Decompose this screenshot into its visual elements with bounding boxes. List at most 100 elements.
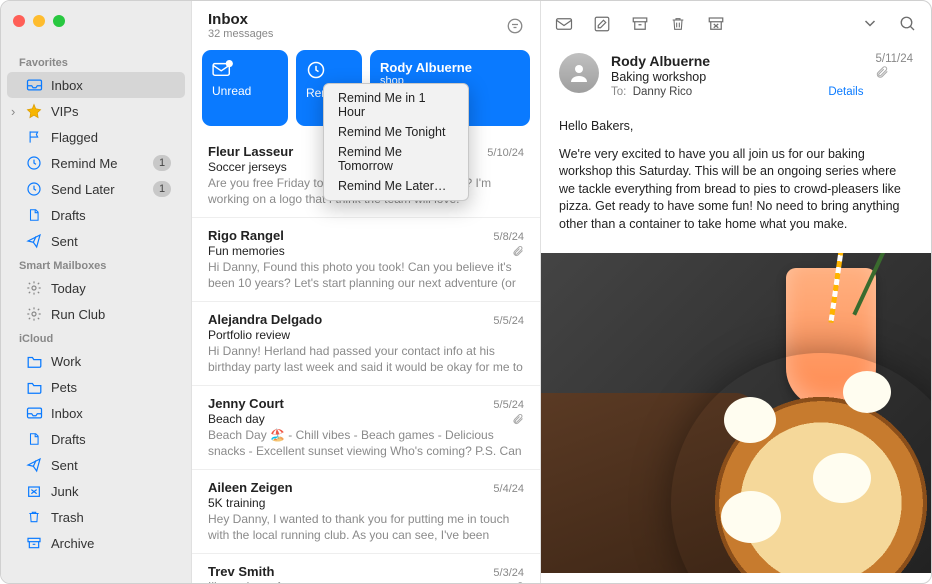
envelope-icon[interactable] [555,15,573,33]
sidebar-item-label: Pets [51,380,171,395]
sidebar-item-label: Sent [51,234,171,249]
sidebar-section-title: Favorites [1,51,191,72]
message-row[interactable]: Jenny Court5/5/24Beach dayBeach Day 🏖️ -… [192,386,540,470]
to-label: To: [611,86,626,98]
sidebar-item-label: VIPs [51,104,171,119]
tray-icon [25,76,43,94]
archive-icon[interactable] [631,15,649,33]
sidebar-item-archive[interactable]: Archive [7,530,185,556]
details-link[interactable]: Details [828,86,863,98]
trash-icon[interactable] [669,15,687,33]
search-icon[interactable] [899,15,917,33]
msg-preview: Hi Danny! Herland had passed your contac… [208,343,524,375]
sidebar-section-title: Smart Mailboxes [1,254,191,275]
sidebar-item-remindme[interactable]: Remind Me 1 [7,150,185,176]
msg-date: 5/8/24 [493,231,524,243]
sidebar-item-label: Drafts [51,432,171,447]
sidebar-item-flagged[interactable]: Flagged [7,124,185,150]
zoom-button[interactable] [53,15,65,27]
sidebar-item-trash[interactable]: Trash [7,504,185,530]
sidebar-item-drafts2[interactable]: Drafts [7,426,185,452]
sidebar-item-pets[interactable]: Pets [7,374,185,400]
envelope-badge-icon [212,60,278,78]
msg-subject: Soccer jerseys [208,160,287,174]
sidebar-item-label: Archive [51,536,171,551]
sidebar-item-label: Send Later [51,182,145,197]
message-count: 32 messages [208,28,273,40]
compose-icon[interactable] [593,15,611,33]
message-row[interactable]: Trev Smith5/3/24Illustration referenceHi… [192,554,540,583]
sidebar-item-sendlater[interactable]: Send Later1 [7,176,185,202]
msg-from: Rigo Rangel [208,228,493,243]
msg-from: Alejandra Delgado [208,312,493,327]
sidebar-item-label: Inbox [51,78,171,93]
reader-date: 5/11/24 [875,53,913,65]
sidebar-item-today[interactable]: Today [7,275,185,301]
reader-subject: Baking workshop [611,70,863,84]
msg-subject: Portfolio review [208,328,290,342]
remind-me-menu: Remind Me in 1 HourRemind Me TonightRemi… [323,83,469,201]
msg-date: 5/5/24 [493,399,524,411]
paperplane-icon [25,456,43,474]
mail-window: Favorites Inbox › VIPs Flagged Remind Me 1 Send… [0,0,932,584]
msg-preview: Beach Day 🏖️ - Chill vibes - Beach games… [208,427,524,459]
message-row[interactable]: Rigo Rangel5/8/24Fun memoriesHi Danny, F… [192,218,540,302]
msg-subject: Beach day [208,412,265,426]
msg-date: 5/5/24 [493,315,524,327]
sidebar-item-label: Junk [51,484,171,499]
close-button[interactable] [13,15,25,27]
email-attachment-image [541,253,931,573]
avatar [559,53,599,93]
sidebar-item-inbox2[interactable]: Inbox [7,400,185,426]
badge: 1 [153,155,171,171]
paperplane-icon [25,232,43,250]
doc-icon [25,430,43,448]
paperclip-icon [512,413,524,425]
sidebar-item-inbox[interactable]: Inbox [7,72,185,98]
sidebar-item-runclub[interactable]: Run Club [7,301,185,327]
message-row[interactable]: Aileen Zeigen5/4/245K trainingHey Danny,… [192,470,540,554]
gear-icon [25,305,43,323]
clock-icon [25,154,43,172]
minimize-button[interactable] [33,15,45,27]
filter-icon[interactable] [506,17,524,35]
sidebar-item-work[interactable]: Work [7,348,185,374]
sidebar-item-label: Today [51,281,171,296]
reader-from: Rody Albuerne [611,53,863,69]
more-icon[interactable] [861,15,879,33]
sidebar-item-label: Drafts [51,208,171,223]
flag-icon [25,128,43,146]
menu-item[interactable]: Remind Me Tonight [324,122,468,142]
messages-scroll[interactable]: Fleur Lasseur5/10/24Soccer jerseysAre yo… [192,134,540,583]
sidebar-item-sent2[interactable]: Sent [7,452,185,478]
paperclip-icon [512,245,524,257]
sidebar-item-vips[interactable]: › VIPs [7,98,185,124]
junk-icon [25,482,43,500]
menu-item[interactable]: Remind Me Tomorrow [324,142,468,176]
chevron-right-icon: › [11,104,21,119]
folder-icon [25,378,43,396]
sidebar-item-junk[interactable]: Junk [7,478,185,504]
menu-item[interactable]: Remind Me in 1 Hour [324,88,468,122]
msg-preview: Hey Danny, I wanted to thank you for put… [208,511,524,543]
unread-card[interactable]: Unread [202,50,288,126]
attachment-icon [875,65,913,79]
trash-icon [25,508,43,526]
msg-subject: 5K training [208,496,265,510]
message-row[interactable]: Alejandra Delgado5/5/24 Portfolio reviewH… [192,302,540,386]
sidebar-item-sent[interactable]: Sent [7,228,185,254]
greeting: Hello Bakers, [559,118,913,136]
menu-item[interactable]: Remind Me Later… [324,176,468,196]
junk-icon[interactable] [707,15,725,33]
sidebar-item-label: Remind Me [51,156,145,171]
sidebar-item-label: Inbox [51,406,171,421]
archive-icon [25,534,43,552]
sidebar-item-drafts[interactable]: Drafts [7,202,185,228]
folder-icon [25,352,43,370]
msg-from: Aileen Zeigen [208,480,493,495]
unread-label: Unread [212,84,278,98]
sidebar: Favorites Inbox › VIPs Flagged Remind Me 1 Send… [1,1,191,583]
to-name: Danny Rico [633,86,692,98]
reading-pane: Rody Albuerne Baking workshop To: Danny … [541,1,931,583]
doc-icon [25,206,43,224]
